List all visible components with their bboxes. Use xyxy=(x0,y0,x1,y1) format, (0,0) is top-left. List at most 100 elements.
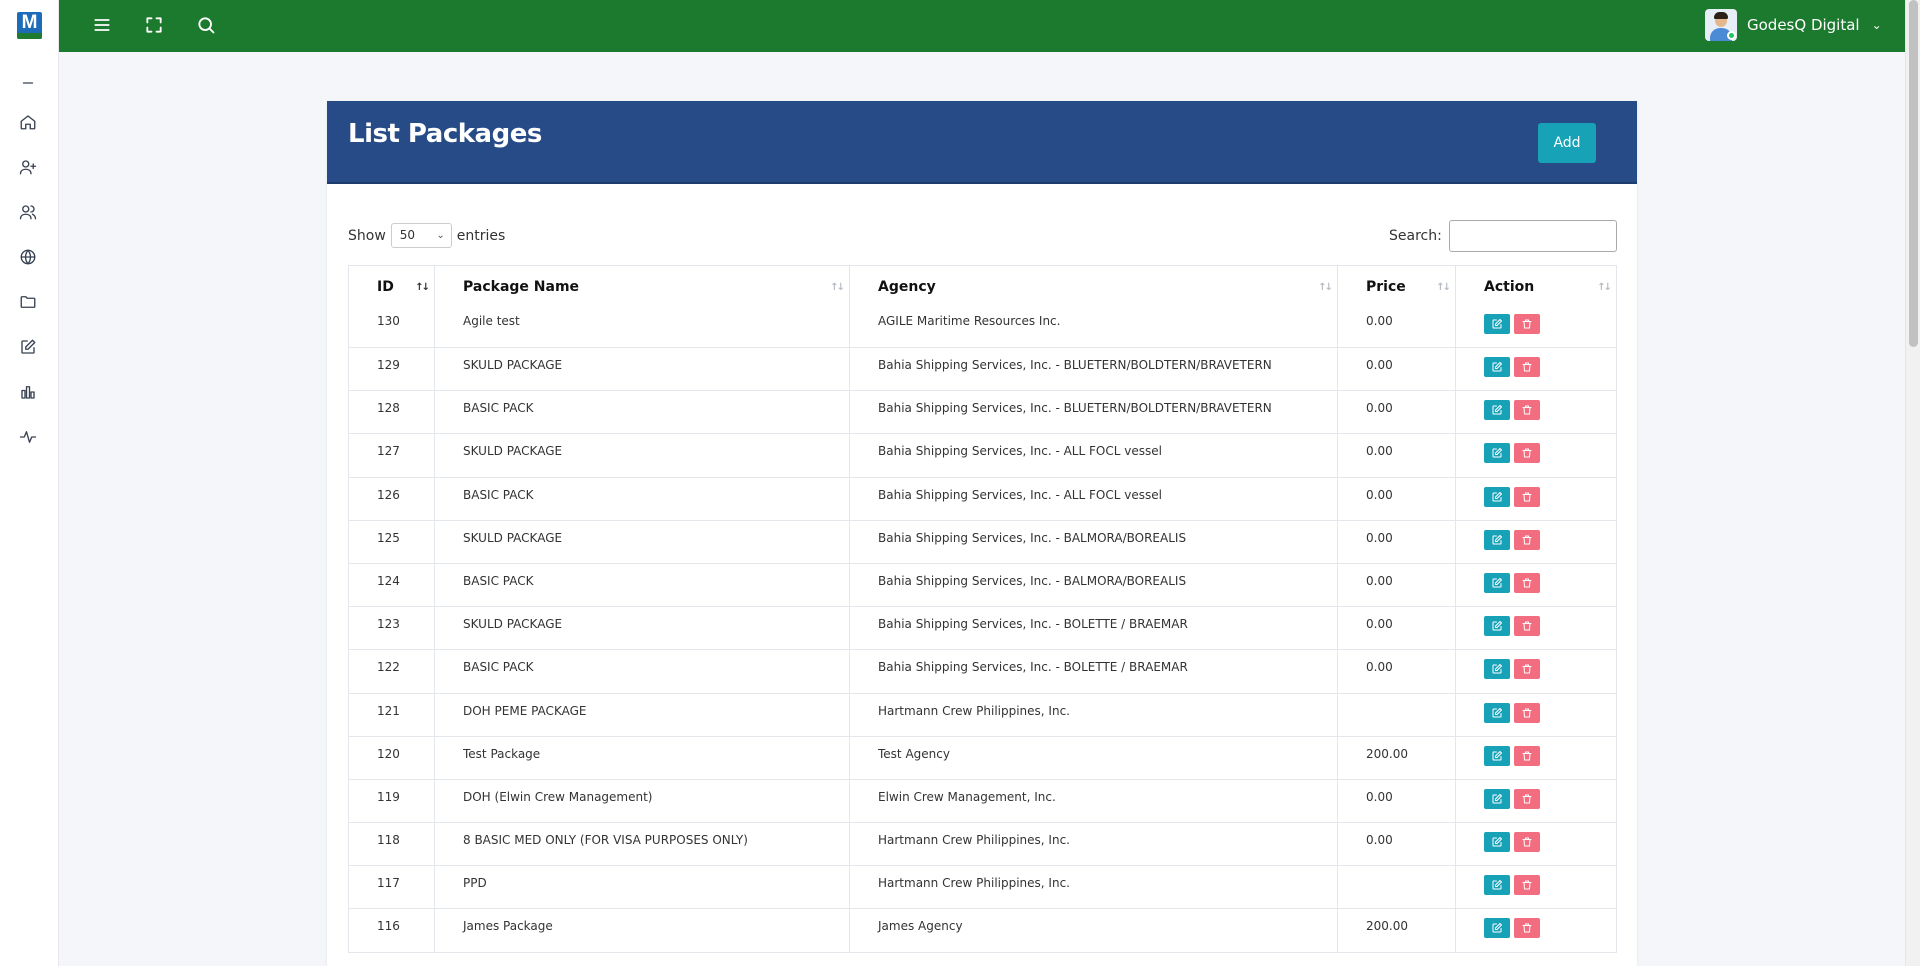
cell-agency: Bahia Shipping Services, Inc. - BALMORA/… xyxy=(849,519,1338,564)
entries-value: 50 xyxy=(399,228,416,242)
cell-action xyxy=(1455,519,1617,564)
online-indicator xyxy=(1727,31,1736,40)
cell-price: 0.00 xyxy=(1337,346,1456,392)
sort-desc-icon: ↑↓ xyxy=(415,282,430,293)
header-agency[interactable]: Agency ↑↓ xyxy=(849,265,1338,310)
edit-button[interactable] xyxy=(1484,486,1510,507)
cell-id: 125 xyxy=(348,519,435,564)
cell-action xyxy=(1455,562,1617,608)
edit-button[interactable] xyxy=(1484,400,1510,421)
table-row: 121 DOH PEME PACKAGE Hartmann Crew Philipp… xyxy=(348,692,1617,737)
cell-name: BASIC PACK xyxy=(434,476,850,521)
edit-button[interactable] xyxy=(1484,702,1510,723)
table-row: 125 SKULD PACKAGE Bahia Shipping Services,… xyxy=(348,519,1617,564)
edit-button[interactable] xyxy=(1484,788,1510,809)
cell-price: 0.00 xyxy=(1337,778,1456,824)
delete-button[interactable] xyxy=(1514,832,1540,853)
folder-icon[interactable] xyxy=(17,291,39,313)
table-row: 116 James Package James Agency 200.00 xyxy=(348,908,1617,953)
edit-button[interactable] xyxy=(1484,875,1510,896)
search-icon[interactable] xyxy=(192,11,220,39)
cell-name: DOH PEME PACKAGE xyxy=(434,692,850,737)
cell-agency: Elwin Crew Management, Inc. xyxy=(849,778,1338,824)
entries-select[interactable]: 50 ⌄ xyxy=(390,223,452,248)
fullscreen-icon[interactable] xyxy=(140,11,168,39)
table-row: 118 8 BASIC MED ONLY (FOR VISA PURPOSES O… xyxy=(348,822,1617,867)
edit-button[interactable] xyxy=(1484,357,1510,377)
globe-icon[interactable] xyxy=(17,246,39,268)
cell-agency: Bahia Shipping Services, Inc. - BLUETERN… xyxy=(849,346,1338,392)
bar-chart-icon[interactable] xyxy=(17,381,39,403)
delete-button[interactable] xyxy=(1514,572,1540,593)
header-package-name[interactable]: Package Name ↑↓ xyxy=(434,265,850,310)
app-logo[interactable]: M xyxy=(17,12,42,39)
add-button[interactable]: Add xyxy=(1538,123,1596,163)
cell-agency: Hartmann Crew Philippines, Inc. xyxy=(849,822,1338,867)
edit-button[interactable] xyxy=(1484,616,1510,637)
delete-button[interactable] xyxy=(1514,788,1540,809)
show-label: Show xyxy=(348,227,386,244)
cell-agency: Hartmann Crew Philippines, Inc. xyxy=(849,692,1338,737)
table-header-row: ID ↑↓ Package Name ↑↓ Agency ↑↓ Price ↑↓ Act… xyxy=(348,265,1617,310)
cell-name: DOH (Elwin Crew Management) xyxy=(434,778,850,824)
cell-agency: AGILE Maritime Resources Inc. xyxy=(849,309,1338,348)
user-menu[interactable]: GodesQ Digital ⌄ xyxy=(1705,8,1882,42)
user-plus-icon[interactable] xyxy=(17,156,39,178)
users-icon[interactable] xyxy=(17,201,39,223)
cell-name: Test Package xyxy=(434,735,850,780)
delete-button[interactable] xyxy=(1514,529,1540,550)
edit-button[interactable] xyxy=(1484,659,1510,680)
table-row: 120 Test Package Test Agency 200.00 xyxy=(348,735,1617,780)
cell-agency: Bahia Shipping Services, Inc. - ALL FOCL… xyxy=(849,476,1338,521)
cell-action xyxy=(1455,778,1617,824)
delete-button[interactable] xyxy=(1514,745,1540,766)
edit-button[interactable] xyxy=(1484,918,1510,939)
delete-button[interactable] xyxy=(1514,702,1540,723)
page-scrollbar[interactable] xyxy=(1905,0,1920,966)
delete-button[interactable] xyxy=(1514,443,1540,464)
cell-agency: Hartmann Crew Philippines, Inc. xyxy=(849,865,1338,910)
search-control: Search: xyxy=(1389,220,1617,252)
minus-icon[interactable] xyxy=(17,72,39,94)
edit-button[interactable] xyxy=(1484,313,1510,334)
menu-icon[interactable] xyxy=(88,11,116,39)
user-name: GodesQ Digital xyxy=(1747,16,1860,34)
delete-button[interactable] xyxy=(1514,918,1540,939)
sort-icon: ↑↓ xyxy=(1597,282,1612,293)
delete-button[interactable] xyxy=(1514,486,1540,507)
edit-button[interactable] xyxy=(1484,572,1510,593)
packages-table: ID ↑↓ Package Name ↑↓ Agency ↑↓ Price ↑↓ Act… xyxy=(348,265,1617,953)
edit-button[interactable] xyxy=(1484,529,1510,550)
search-input[interactable] xyxy=(1448,220,1617,252)
delete-button[interactable] xyxy=(1514,400,1540,421)
header-price[interactable]: Price ↑↓ xyxy=(1337,265,1456,310)
chevron-down-icon: ⌄ xyxy=(1871,18,1882,32)
delete-button[interactable] xyxy=(1514,875,1540,896)
activity-icon[interactable] xyxy=(17,426,39,448)
cell-agency: Bahia Shipping Services, Inc. - BOLETTE … xyxy=(849,649,1338,694)
page-title: List Packages xyxy=(348,119,542,149)
cell-id: 121 xyxy=(348,692,435,737)
cell-id: 117 xyxy=(348,865,435,910)
cell-price: 200.00 xyxy=(1337,908,1456,953)
cell-action xyxy=(1455,606,1617,651)
edit-button[interactable] xyxy=(1484,745,1510,766)
table-row: 128 BASIC PACK Bahia Shipping Services, In… xyxy=(348,390,1617,435)
edit-icon[interactable] xyxy=(17,336,39,358)
cell-action xyxy=(1455,735,1617,780)
cell-action xyxy=(1455,390,1617,435)
cell-name: SKULD PACKAGE xyxy=(434,519,850,564)
delete-button[interactable] xyxy=(1514,313,1540,334)
delete-button[interactable] xyxy=(1514,616,1540,637)
header-id[interactable]: ID ↑↓ xyxy=(348,265,435,310)
delete-button[interactable] xyxy=(1514,659,1540,680)
header-action[interactable]: Action ↑↓ xyxy=(1455,265,1617,310)
edit-button[interactable] xyxy=(1484,832,1510,853)
scrollbar-thumb[interactable] xyxy=(1909,0,1918,347)
cell-name: 8 BASIC MED ONLY (FOR VISA PURPOSES ONLY… xyxy=(434,822,850,867)
packages-table-wrap: ID ↑↓ Package Name ↑↓ Agency ↑↓ Price ↑↓ Act… xyxy=(348,265,1617,953)
delete-button[interactable] xyxy=(1514,357,1540,377)
home-icon[interactable] xyxy=(17,111,39,133)
edit-button[interactable] xyxy=(1484,443,1510,464)
cell-action xyxy=(1455,433,1617,478)
